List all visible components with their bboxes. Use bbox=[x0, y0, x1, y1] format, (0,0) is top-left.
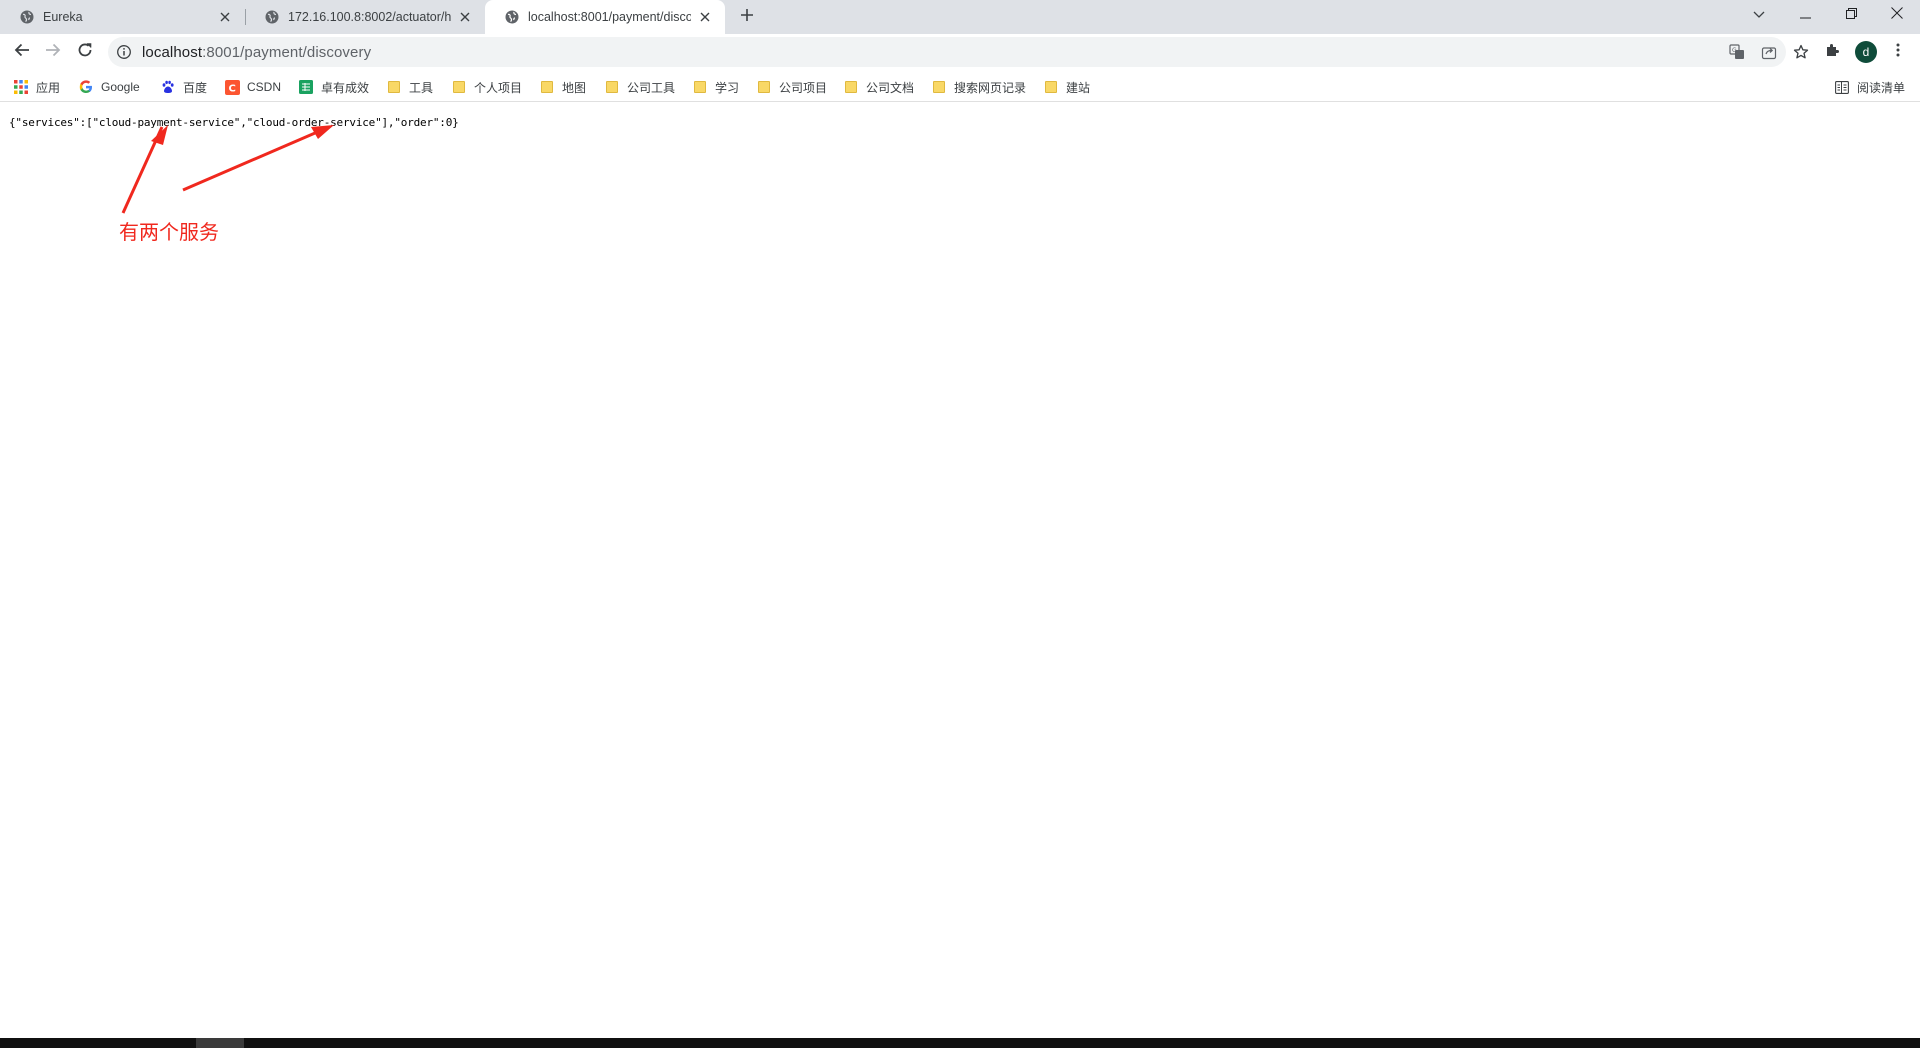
os-taskbar bbox=[0, 1038, 1920, 1048]
bookmark-zhuoyou[interactable]: 卓有成效 bbox=[298, 78, 369, 96]
bookmark-label: Google bbox=[101, 80, 140, 94]
bookmark-folder-map[interactable]: 地图 bbox=[539, 78, 586, 96]
restore-button[interactable] bbox=[1828, 0, 1874, 30]
restore-icon bbox=[1845, 6, 1857, 24]
bookmark-folder-company-tools[interactable]: 公司工具 bbox=[604, 78, 675, 96]
tab-title: 172.16.100.8:8002/actuator/he bbox=[288, 10, 451, 24]
folder-icon bbox=[843, 79, 859, 95]
bookmark-folder-personal[interactable]: 个人项目 bbox=[451, 78, 522, 96]
reload-icon bbox=[77, 42, 93, 63]
bookmark-label: 建站 bbox=[1066, 80, 1091, 95]
annotation-arrows bbox=[121, 125, 334, 214]
reading-list-label: 阅读清单 bbox=[1857, 80, 1906, 95]
arrow-right-icon bbox=[45, 42, 61, 63]
url-path: :8001/payment/discovery bbox=[202, 44, 372, 61]
bookmark-folder-search-history[interactable]: 搜索网页记录 bbox=[931, 78, 1026, 96]
bookmark-csdn[interactable]: C CSDN bbox=[224, 78, 281, 96]
minimize-button[interactable] bbox=[1782, 0, 1828, 30]
close-window-button[interactable] bbox=[1874, 0, 1920, 30]
globe-icon bbox=[504, 9, 520, 25]
bookmark-label: 卓有成效 bbox=[321, 80, 370, 95]
folder-icon bbox=[692, 79, 708, 95]
folder-icon bbox=[604, 79, 620, 95]
sheet-icon bbox=[298, 79, 314, 95]
folder-icon bbox=[756, 79, 772, 95]
bookmark-label: 地图 bbox=[562, 80, 587, 95]
svg-text:C: C bbox=[228, 83, 235, 94]
apps-grid-icon bbox=[13, 79, 29, 95]
arrow-left-icon bbox=[14, 42, 30, 63]
folder-icon bbox=[451, 79, 467, 95]
bookmark-label: 公司项目 bbox=[779, 80, 828, 95]
bookmark-folder-study[interactable]: 学习 bbox=[692, 78, 739, 96]
reading-list-button[interactable]: 阅读清单 bbox=[1834, 78, 1905, 96]
info-icon[interactable] bbox=[116, 44, 132, 60]
url-text[interactable]: localhost:8001/payment/discovery bbox=[142, 44, 371, 61]
bookmark-folder-company-projects[interactable]: 公司项目 bbox=[756, 78, 827, 96]
chevron-down-icon bbox=[1753, 6, 1765, 24]
bookmark-folder-company-docs[interactable]: 公司文档 bbox=[843, 78, 914, 96]
bookmark-label: 学习 bbox=[715, 80, 740, 95]
folder-icon bbox=[386, 79, 402, 95]
new-tab-button[interactable] bbox=[735, 7, 759, 27]
bookmarks-bar: 应用 Google 百度 C CSDN 卓有成效 工具 个人项目 地图 公司工具… bbox=[0, 70, 1920, 102]
annotation-label: 有两个服务 bbox=[119, 220, 219, 244]
page-content: {"services":["cloud-payment-service","cl… bbox=[0, 103, 1920, 1038]
bookmark-baidu[interactable]: 百度 bbox=[160, 78, 207, 96]
profile-initial: d bbox=[1862, 45, 1870, 59]
forward-button[interactable] bbox=[38, 37, 68, 67]
bookmark-label: 个人项目 bbox=[474, 80, 523, 95]
bookmark-label: 搜索网页记录 bbox=[954, 80, 1027, 95]
bookmark-label: 工具 bbox=[409, 80, 434, 95]
browser-toolbar: localhost:8001/payment/discovery G d bbox=[0, 34, 1920, 70]
share-icon[interactable] bbox=[1760, 43, 1778, 61]
baidu-paw-icon bbox=[160, 79, 176, 95]
tab-title: Eureka bbox=[43, 10, 83, 24]
folder-icon bbox=[539, 79, 555, 95]
folder-icon bbox=[931, 79, 947, 95]
bookmark-label: 公司文档 bbox=[866, 80, 915, 95]
google-icon bbox=[78, 79, 94, 95]
bookmark-label: 应用 bbox=[36, 80, 61, 95]
tab-actuator[interactable]: 172.16.100.8:8002/actuator/he bbox=[245, 0, 485, 34]
bookmark-label: CSDN bbox=[247, 80, 282, 94]
reading-list-icon bbox=[1834, 79, 1850, 95]
arrow-to-payment-service bbox=[121, 125, 168, 214]
folder-icon bbox=[1043, 79, 1059, 95]
close-tab-icon[interactable] bbox=[697, 9, 713, 25]
close-tab-icon[interactable] bbox=[217, 9, 233, 25]
tab-search-button[interactable] bbox=[1736, 0, 1782, 30]
minimize-icon bbox=[1799, 6, 1811, 24]
plus-icon bbox=[740, 8, 754, 27]
reload-button[interactable] bbox=[70, 37, 100, 67]
close-icon bbox=[1891, 6, 1903, 24]
close-tab-icon[interactable] bbox=[457, 9, 473, 25]
tab-eureka[interactable]: Eureka bbox=[0, 0, 245, 34]
extensions-button[interactable] bbox=[1823, 42, 1843, 62]
tab-title: localhost:8001/payment/disco bbox=[528, 10, 691, 24]
translate-icon[interactable]: G bbox=[1728, 43, 1746, 61]
puzzle-icon bbox=[1825, 42, 1841, 63]
svg-text:G: G bbox=[1732, 47, 1737, 54]
bookmark-label: 公司工具 bbox=[627, 80, 676, 95]
tab-payment-discovery[interactable]: localhost:8001/payment/disco bbox=[485, 0, 725, 34]
tab-strip: Eureka 172.16.100.8:8002/actuator/he loc… bbox=[0, 0, 1920, 34]
back-button[interactable] bbox=[7, 37, 37, 67]
url-host: localhost bbox=[142, 44, 203, 61]
globe-icon bbox=[264, 9, 280, 25]
globe-icon bbox=[19, 9, 35, 25]
bookmark-folder-site-building[interactable]: 建站 bbox=[1043, 78, 1090, 96]
profile-avatar[interactable]: d bbox=[1855, 41, 1877, 63]
address-bar[interactable]: localhost:8001/payment/discovery G bbox=[108, 37, 1809, 67]
bookmark-label: 百度 bbox=[183, 80, 208, 95]
more-vert-icon bbox=[1896, 43, 1900, 62]
bookmark-star-icon[interactable] bbox=[1792, 43, 1810, 61]
taskbar-active-app[interactable] bbox=[196, 1038, 244, 1048]
arrow-to-order-service bbox=[182, 125, 334, 192]
menu-button[interactable] bbox=[1888, 42, 1908, 62]
csdn-icon: C bbox=[224, 79, 240, 95]
bookmark-google[interactable]: Google bbox=[78, 78, 140, 96]
bookmark-apps[interactable]: 应用 bbox=[13, 78, 60, 96]
bookmark-folder-tools[interactable]: 工具 bbox=[386, 78, 433, 96]
